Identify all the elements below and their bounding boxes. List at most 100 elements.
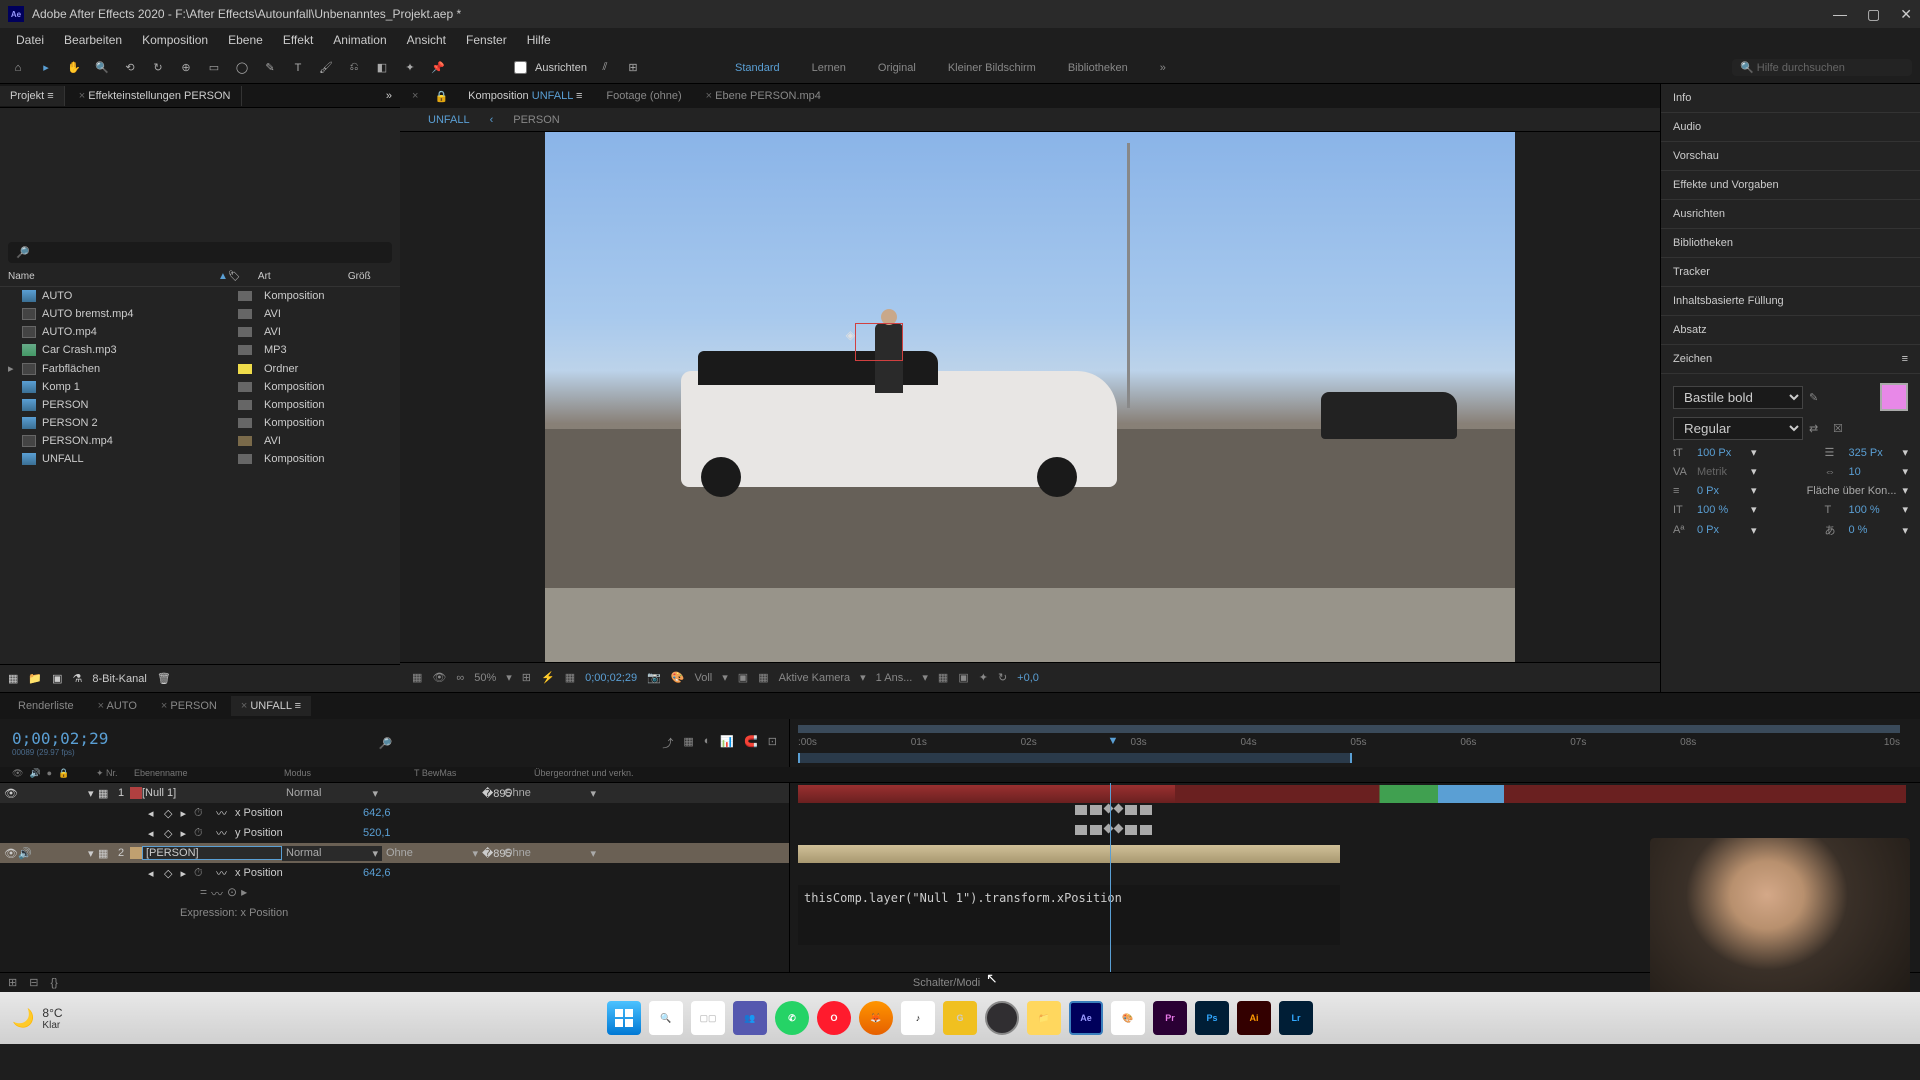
roto-tool-icon[interactable]: ✦ <box>400 60 420 76</box>
home-icon[interactable]: ⌂ <box>8 60 28 76</box>
time-ruler[interactable]: :00s01s02s03s04s05s06s07s08s10s ▼ <box>790 719 1920 767</box>
layer-tab[interactable]: × Ebene PERSON.mp4 <box>702 86 825 106</box>
anchor-marker-icon[interactable]: ◈ <box>846 328 855 342</box>
tl-tab-unfall[interactable]: × UNFALL ≡ <box>231 696 311 716</box>
project-item[interactable]: UNFALLKomposition <box>0 450 400 468</box>
help-search[interactable]: 🔍 Hilfe durchsuchen <box>1732 59 1912 76</box>
current-time-indicator[interactable] <box>1110 783 1111 972</box>
channel-icon[interactable]: 👁 <box>432 671 446 684</box>
panel-info[interactable]: Info <box>1661 84 1920 113</box>
adjust-icon[interactable]: ⚗ <box>73 672 83 685</box>
shy-icon[interactable]: ⤴ <box>662 735 673 751</box>
minimize-button[interactable]: — <box>1833 6 1847 23</box>
baseline-value[interactable]: 0 Px <box>1697 524 1745 536</box>
menu-layer[interactable]: Ebene <box>220 31 271 49</box>
region-icon[interactable]: ▣ <box>738 671 748 684</box>
property-row[interactable]: ◂◇▸⏱〰y Position520,1 <box>0 823 789 843</box>
font-style-select[interactable]: Regular <box>1673 417 1803 440</box>
panel-audio[interactable]: Audio <box>1661 113 1920 142</box>
toggle-inout-icon[interactable]: {} <box>50 977 57 989</box>
timeline-timecode[interactable]: 0;00;02;29 <box>12 729 108 748</box>
zoom-tool-icon[interactable]: 🔍 <box>92 60 112 76</box>
comp-tab-close-icon[interactable]: × <box>412 90 418 102</box>
ellipse-tool-icon[interactable]: ◯ <box>232 60 252 76</box>
camera-select[interactable]: Aktive Kamera <box>779 672 851 684</box>
col-size[interactable]: Größ <box>348 271 371 282</box>
menu-composition[interactable]: Komposition <box>134 31 216 49</box>
panel-character-header[interactable]: Zeichen≡ <box>1661 345 1920 374</box>
opera-icon[interactable]: O <box>817 1001 851 1035</box>
aftereffects-icon[interactable]: Ae <box>1069 1001 1103 1035</box>
menu-view[interactable]: Ansicht <box>399 31 454 49</box>
timecode-display[interactable]: 0;00;02;29 <box>585 672 637 684</box>
panel-overflow-icon[interactable]: » <box>378 90 400 102</box>
depth-label[interactable]: 8-Bit-Kanal <box>92 673 146 685</box>
timeline-search[interactable]: 🔎 <box>378 737 392 750</box>
vscale-value[interactable]: 100 % <box>1697 504 1745 516</box>
project-item[interactable]: PERSONKomposition <box>0 396 400 414</box>
track-xpos-keys[interactable] <box>798 805 1906 823</box>
text-tool-icon[interactable]: T <box>288 60 308 76</box>
menu-help[interactable]: Hilfe <box>519 31 559 49</box>
grid-icon[interactable]: ▦ <box>565 671 575 684</box>
stroke-value[interactable]: 0 Px <box>1697 485 1745 497</box>
tl-tab-person[interactable]: × PERSON <box>151 696 227 716</box>
expression-controls[interactable]: =〰⊙▸ <box>0 883 789 903</box>
project-item[interactable]: PERSON.mp4AVI <box>0 432 400 450</box>
snap-icon[interactable]: 🧲 <box>744 735 758 751</box>
brush-tool-icon[interactable]: 🖌 <box>316 60 336 76</box>
layer-row[interactable]: 👁▾▦1[Null 1]Normal▾�895Ohne▾ <box>0 783 789 803</box>
panel-preview[interactable]: Vorschau <box>1661 142 1920 171</box>
project-item[interactable]: AUTOKomposition <box>0 287 400 305</box>
selection-tool-icon[interactable]: ▸ <box>36 60 56 76</box>
tl-tab-render[interactable]: Renderliste <box>8 696 84 716</box>
draft3d-icon[interactable]: ⊡ <box>768 735 777 751</box>
snap-checkbox[interactable] <box>514 61 527 74</box>
work-area[interactable] <box>798 753 1352 763</box>
resolution-select[interactable]: Voll <box>695 672 713 684</box>
breadcrumb-unfall[interactable]: UNFALL <box>428 114 470 126</box>
refresh-icon[interactable]: ↻ <box>998 671 1007 684</box>
nofill-icon[interactable]: ☒ <box>1833 422 1851 435</box>
folder-icon[interactable]: 📁 <box>28 672 42 685</box>
col-name[interactable]: Name <box>8 271 218 282</box>
premiere-icon[interactable]: Pr <box>1153 1001 1187 1035</box>
panel-contentfill[interactable]: Inhaltsbasierte Füllung <box>1661 287 1920 316</box>
firefox-icon[interactable]: 🦊 <box>859 1001 893 1035</box>
hand-tool-icon[interactable]: ✋ <box>64 60 84 76</box>
pen-tool-icon[interactable]: ✎ <box>260 60 280 76</box>
comp-canvas[interactable]: ◈ <box>400 132 1660 662</box>
ws-libraries[interactable]: Bibliotheken <box>1064 58 1132 78</box>
transparency-icon[interactable]: ▦ <box>758 671 768 684</box>
playhead-icon[interactable]: ▼ <box>1108 735 1119 747</box>
panel-effects[interactable]: Effekte und Vorgaben <box>1661 171 1920 200</box>
snap-options-icon[interactable]: ⫽ <box>595 60 615 76</box>
snapshot-icon[interactable]: 📷 <box>647 671 661 684</box>
frameblend-icon[interactable]: ▦ <box>683 735 693 751</box>
maximize-button[interactable]: ▢ <box>1867 6 1880 23</box>
obs-icon[interactable] <box>985 1001 1019 1035</box>
ws-standard[interactable]: Standard <box>731 58 784 78</box>
lightroom-icon[interactable]: Lr <box>1279 1001 1313 1035</box>
panel-align[interactable]: Ausrichten <box>1661 200 1920 229</box>
exposure-value[interactable]: +0,0 <box>1017 672 1039 684</box>
fast-preview-icon[interactable]: ⚡ <box>541 671 555 684</box>
puppet-tool-icon[interactable]: 📌 <box>428 60 448 76</box>
ws-original[interactable]: Original <box>874 58 920 78</box>
close-button[interactable]: ✕ <box>1900 6 1912 23</box>
panel-paragraph[interactable]: Absatz <box>1661 316 1920 345</box>
menu-animation[interactable]: Animation <box>325 31 394 49</box>
panel-tracker[interactable]: Tracker <box>1661 258 1920 287</box>
trash-icon[interactable]: 🗑 <box>157 672 171 685</box>
kerning-value[interactable]: Metrik <box>1697 466 1745 478</box>
font-size[interactable]: 100 Px <box>1697 447 1745 459</box>
orbit-tool-icon[interactable]: ⟲ <box>120 60 140 76</box>
col-label-icon[interactable]: 🏷 <box>228 271 258 282</box>
comp-tab-lock-icon[interactable]: 🔒 <box>434 90 448 103</box>
zoom-select[interactable]: 50% <box>474 672 496 684</box>
fill-color-swatch[interactable] <box>1880 383 1908 411</box>
teams-icon[interactable]: 👥 <box>733 1001 767 1035</box>
hscale-value[interactable]: 100 % <box>1848 504 1896 516</box>
composition-tab[interactable]: Komposition UNFALL ≡ <box>464 86 586 106</box>
property-row[interactable]: ◂◇▸⏱〰x Position642,6 <box>0 863 789 883</box>
